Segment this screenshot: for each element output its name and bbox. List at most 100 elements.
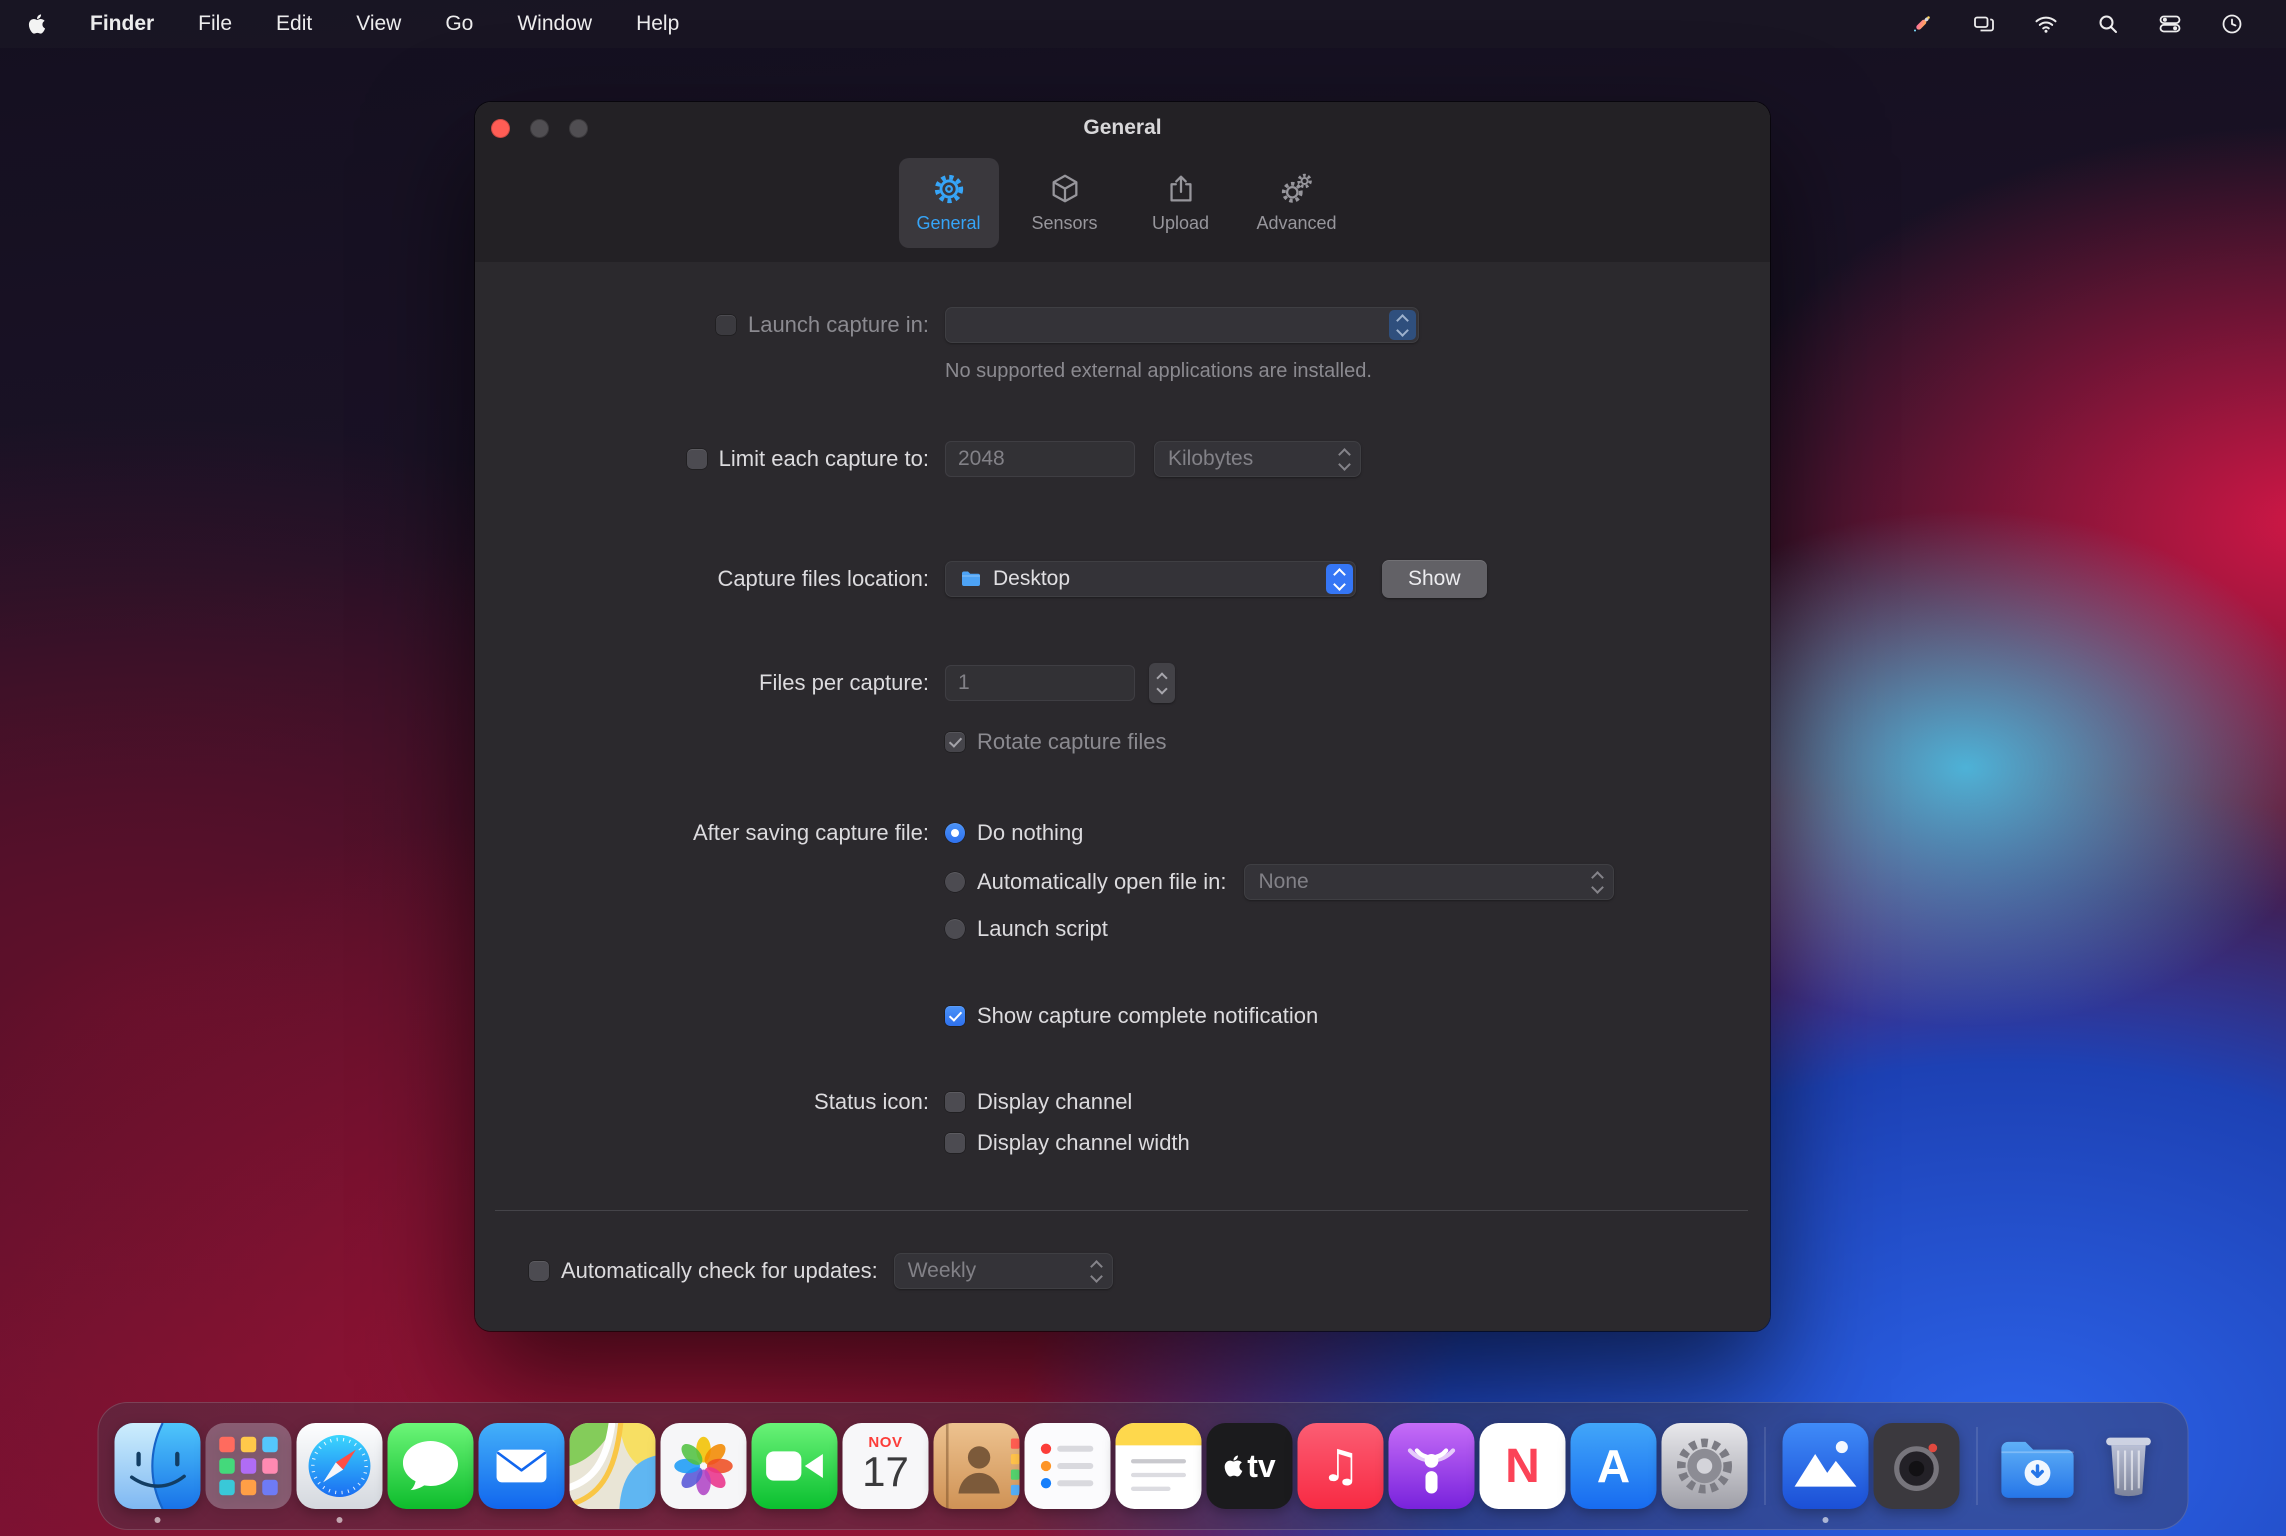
status-icon-label: Status icon: bbox=[814, 1089, 929, 1114]
tab-upload[interactable]: Upload bbox=[1131, 158, 1231, 248]
dock: NOV 17 tv ♫ N A bbox=[97, 1402, 2189, 1530]
menu-window[interactable]: Window bbox=[517, 12, 592, 36]
menu-bar-status bbox=[1910, 12, 2286, 36]
tab-sensors[interactable]: Sensors bbox=[1015, 158, 1115, 248]
updates-row: Automatically check for updates: Weekly bbox=[529, 1253, 1770, 1289]
dock-podcasts[interactable] bbox=[1388, 1423, 1475, 1509]
limit-capture-checkbox[interactable] bbox=[686, 449, 707, 469]
launchpad-icon bbox=[205, 1423, 292, 1509]
files-per-capture-stepper[interactable] bbox=[1149, 663, 1175, 703]
status-icon-row-2: Display channel width bbox=[475, 1125, 1770, 1161]
launch-capture-label: Launch capture in: bbox=[747, 312, 929, 337]
tab-general-label: General bbox=[916, 213, 981, 233]
clock-icon[interactable] bbox=[2220, 12, 2244, 36]
dock-music[interactable]: ♫ bbox=[1297, 1423, 1384, 1509]
dock-system-preferences[interactable] bbox=[1661, 1423, 1748, 1509]
search-icon[interactable] bbox=[2096, 12, 2120, 36]
display-channel-checkbox[interactable] bbox=[945, 1092, 965, 1112]
running-indicator bbox=[336, 1517, 343, 1523]
dock-trash[interactable] bbox=[2086, 1423, 2172, 1509]
dock-contacts[interactable] bbox=[933, 1423, 1020, 1509]
control-center-icon[interactable] bbox=[2158, 12, 2182, 36]
rotate-files-row: Rotate capture files bbox=[475, 724, 1770, 760]
launch-script-label: Launch script bbox=[977, 916, 1108, 941]
open-file-popup[interactable]: None bbox=[1244, 864, 1615, 900]
updates-checkbox[interactable] bbox=[529, 1261, 549, 1281]
dock-utility-app[interactable] bbox=[1873, 1423, 1960, 1509]
after-saving-row-3: Launch script bbox=[475, 911, 1770, 947]
dock-news[interactable]: N bbox=[1479, 1423, 1566, 1509]
display-channel-width-checkbox[interactable] bbox=[945, 1133, 965, 1153]
upload-icon bbox=[1169, 175, 1192, 202]
dock-notes[interactable] bbox=[1115, 1423, 1202, 1509]
gear-icon bbox=[934, 174, 963, 204]
open-file-label: Automatically open file in: bbox=[977, 869, 1227, 894]
desktop: Finder File Edit View Go Window Help Gen… bbox=[0, 0, 2286, 1536]
menu-view[interactable]: View bbox=[356, 12, 401, 36]
files-per-capture-field[interactable]: 1 bbox=[945, 665, 1135, 701]
dock-mail[interactable] bbox=[478, 1423, 565, 1509]
tools-icon[interactable] bbox=[1910, 12, 1934, 36]
stepper-up-icon bbox=[1156, 671, 1168, 684]
notification-label: Show capture complete notification bbox=[977, 1003, 1319, 1028]
running-indicator bbox=[154, 1517, 161, 1523]
dock-maps[interactable] bbox=[569, 1423, 656, 1509]
preferences-window: General General Sensors Upload Advanced bbox=[475, 102, 1770, 1331]
dock-safari[interactable] bbox=[296, 1423, 383, 1523]
open-file-radio[interactable] bbox=[945, 872, 965, 892]
notification-checkbox[interactable] bbox=[945, 1006, 965, 1026]
running-indicator bbox=[1822, 1517, 1829, 1523]
do-nothing-radio[interactable] bbox=[945, 823, 965, 843]
after-saving-row-2: Automatically open file in: None bbox=[475, 864, 1770, 900]
dock-downloads[interactable] bbox=[1995, 1423, 2081, 1509]
files-per-capture-row: Files per capture: 1 bbox=[475, 663, 1770, 703]
menu-bar: Finder File Edit View Go Window Help bbox=[0, 0, 2286, 48]
dock-separator bbox=[1764, 1427, 1766, 1505]
launch-script-radio[interactable] bbox=[945, 919, 965, 939]
menu-go[interactable]: Go bbox=[445, 12, 473, 36]
dock-launchpad[interactable] bbox=[205, 1423, 292, 1509]
updates-label: Automatically check for updates: bbox=[561, 1258, 878, 1283]
news-letter: N bbox=[1505, 1439, 1540, 1493]
rotate-files-checkbox[interactable] bbox=[945, 732, 965, 752]
folder-icon bbox=[962, 571, 980, 586]
apple-icon bbox=[28, 14, 46, 34]
notes-icon bbox=[1115, 1423, 1202, 1509]
dock-messages[interactable] bbox=[387, 1423, 474, 1509]
dock-calendar[interactable]: NOV 17 bbox=[842, 1423, 929, 1509]
launch-capture-checkbox[interactable] bbox=[715, 315, 736, 335]
app-menu-finder[interactable]: Finder bbox=[90, 12, 154, 36]
apple-menu[interactable] bbox=[28, 13, 46, 35]
popup-arrows-icon bbox=[1326, 564, 1353, 594]
menu-edit[interactable]: Edit bbox=[276, 12, 312, 36]
wifi-icon[interactable] bbox=[2034, 12, 2058, 36]
finder-icon bbox=[114, 1423, 201, 1509]
displays-icon[interactable] bbox=[1972, 12, 1996, 36]
after-saving-row-1: After saving capture file: Do nothing bbox=[475, 815, 1770, 851]
dock-app-store[interactable]: A bbox=[1570, 1423, 1657, 1509]
popup-arrows-icon bbox=[1389, 310, 1416, 340]
tab-advanced[interactable]: Advanced bbox=[1247, 158, 1347, 248]
launch-capture-popup[interactable] bbox=[945, 307, 1419, 343]
updates-popup[interactable]: Weekly bbox=[893, 1253, 1113, 1289]
tab-general[interactable]: General bbox=[898, 158, 999, 248]
system-preferences-icon bbox=[1661, 1423, 1748, 1509]
dock-reminders[interactable] bbox=[1024, 1423, 1111, 1509]
dock-apple-tv[interactable]: tv bbox=[1206, 1423, 1293, 1509]
dock-facetime[interactable] bbox=[751, 1423, 838, 1509]
limit-capture-label: Limit each capture to: bbox=[718, 446, 929, 471]
dock-photos[interactable] bbox=[660, 1423, 747, 1509]
music-note-glyph: ♫ bbox=[1320, 1440, 1361, 1492]
menu-help[interactable]: Help bbox=[636, 12, 679, 36]
capture-unit-popup[interactable]: Kilobytes bbox=[1154, 441, 1361, 477]
music-icon: ♫ bbox=[1297, 1423, 1384, 1509]
capture-size-field[interactable]: 2048 bbox=[945, 441, 1135, 477]
menu-bar-left: Finder File Edit View Go Window Help bbox=[0, 12, 679, 36]
show-button[interactable]: Show bbox=[1382, 560, 1487, 598]
contacts-icon bbox=[933, 1423, 1020, 1509]
menu-file[interactable]: File bbox=[198, 12, 232, 36]
dock-capture-app[interactable] bbox=[1782, 1423, 1869, 1523]
dock-finder[interactable] bbox=[114, 1423, 201, 1523]
news-icon: N bbox=[1479, 1423, 1566, 1509]
capture-location-popup[interactable]: Desktop bbox=[945, 561, 1356, 597]
